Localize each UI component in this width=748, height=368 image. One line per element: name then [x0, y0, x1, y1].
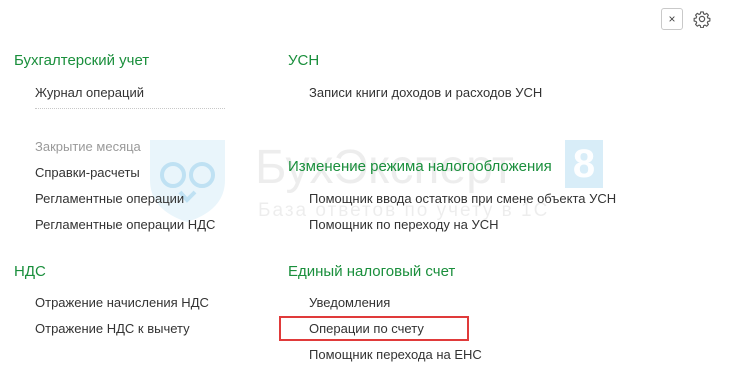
link-journal-operations[interactable]: Журнал операций — [35, 85, 144, 100]
link-month-close[interactable]: Закрытие месяца — [35, 139, 141, 154]
section-title-unified-tax-account: Единый налоговый счет — [288, 263, 456, 280]
section-title-vat: НДС — [14, 263, 46, 280]
link-usn-book-entries[interactable]: Записи книги доходов и расходов УСН — [309, 85, 542, 100]
link-balance-assistant[interactable]: Помощник ввода остатков при смене объект… — [309, 191, 616, 206]
link-vat-deduction[interactable]: Отражение НДС к вычету — [35, 321, 190, 336]
link-usn-transition-assistant[interactable]: Помощник по переходу на УСН — [309, 217, 499, 232]
link-account-operations[interactable]: Операции по счету — [309, 321, 424, 336]
separator — [35, 108, 225, 109]
close-button[interactable]: × — [661, 8, 683, 30]
link-ens-transition-assistant[interactable]: Помощник перехода на ЕНС — [309, 347, 482, 362]
section-title-accounting: Бухгалтерский учет — [14, 52, 150, 69]
link-routine-operations[interactable]: Регламентные операции — [35, 191, 184, 206]
section-title-regime-change: Изменение режима налогообложения — [288, 158, 552, 175]
watermark-badge: 8 — [565, 140, 603, 188]
settings-button[interactable] — [691, 8, 713, 30]
close-icon: × — [668, 12, 676, 26]
link-reference-calculations[interactable]: Справки-расчеты — [35, 165, 140, 180]
section-title-usn: УСН — [288, 52, 320, 69]
link-vat-accrual[interactable]: Отражение начисления НДС — [35, 295, 209, 310]
link-notifications[interactable]: Уведомления — [309, 295, 390, 310]
gear-icon — [693, 11, 711, 28]
link-routine-operations-vat[interactable]: Регламентные операции НДС — [35, 217, 215, 232]
owl-shield-icon — [150, 140, 225, 222]
